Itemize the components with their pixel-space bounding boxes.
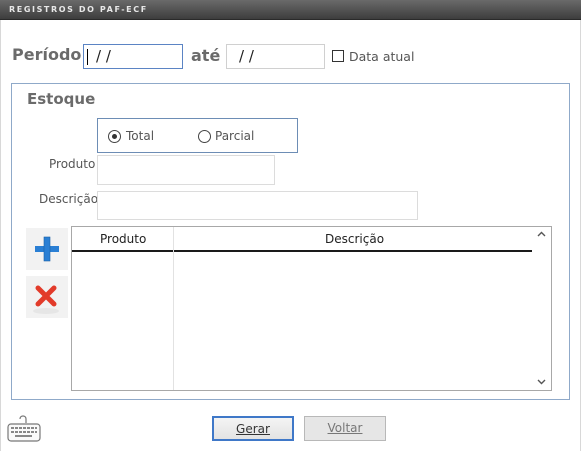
- produto-label: Produto: [49, 157, 96, 171]
- text-caret: [87, 49, 88, 65]
- radio-selected-dot: [112, 134, 117, 139]
- descricao-input[interactable]: [97, 191, 418, 220]
- add-item-button[interactable]: [26, 228, 68, 270]
- keyboard-icon: [7, 415, 41, 442]
- periodo-label: Período: [12, 45, 82, 64]
- radio-total[interactable]: [108, 130, 121, 143]
- estoque-grid[interactable]: Produto Descrição: [71, 226, 552, 391]
- estoque-title: Estoque: [27, 90, 96, 108]
- data-atual-checkbox[interactable]: [332, 50, 344, 62]
- radio-parcial[interactable]: [198, 130, 211, 143]
- grid-header-divider: [72, 250, 532, 252]
- grid-header-produto[interactable]: Produto: [100, 232, 146, 246]
- radio-total-label[interactable]: Total: [126, 129, 154, 143]
- scroll-up-icon[interactable]: [537, 230, 546, 240]
- title-bar: Registros do PAF-ECF: [0, 0, 581, 20]
- radio-parcial-label[interactable]: Parcial: [215, 129, 254, 143]
- periodo-end-value: / /: [239, 47, 254, 65]
- scroll-down-icon[interactable]: [537, 378, 546, 388]
- periodo-start-value: / /: [96, 47, 111, 65]
- produto-input[interactable]: [97, 155, 275, 185]
- plus-icon: [35, 236, 59, 262]
- descricao-label: Descrição: [39, 192, 99, 206]
- keyboard-button[interactable]: [6, 413, 42, 443]
- x-delete-icon: [33, 285, 59, 314]
- grid-column-divider: [173, 227, 174, 390]
- voltar-button[interactable]: Voltar: [304, 416, 386, 441]
- periodo-ate-label: até: [191, 46, 221, 65]
- voltar-label: Voltar: [327, 421, 363, 435]
- remove-item-button[interactable]: [26, 276, 68, 318]
- data-atual-label[interactable]: Data atual: [349, 49, 414, 64]
- periodo-start-field[interactable]: / /: [83, 44, 183, 69]
- periodo-end-field[interactable]: / /: [226, 44, 325, 69]
- gerar-button[interactable]: Gerar: [212, 416, 294, 441]
- grid-header-descricao[interactable]: Descrição: [325, 232, 384, 246]
- grid-scrollbar[interactable]: [532, 227, 551, 390]
- gerar-label: Gerar: [236, 422, 270, 436]
- window-title: Registros do PAF-ECF: [9, 5, 148, 14]
